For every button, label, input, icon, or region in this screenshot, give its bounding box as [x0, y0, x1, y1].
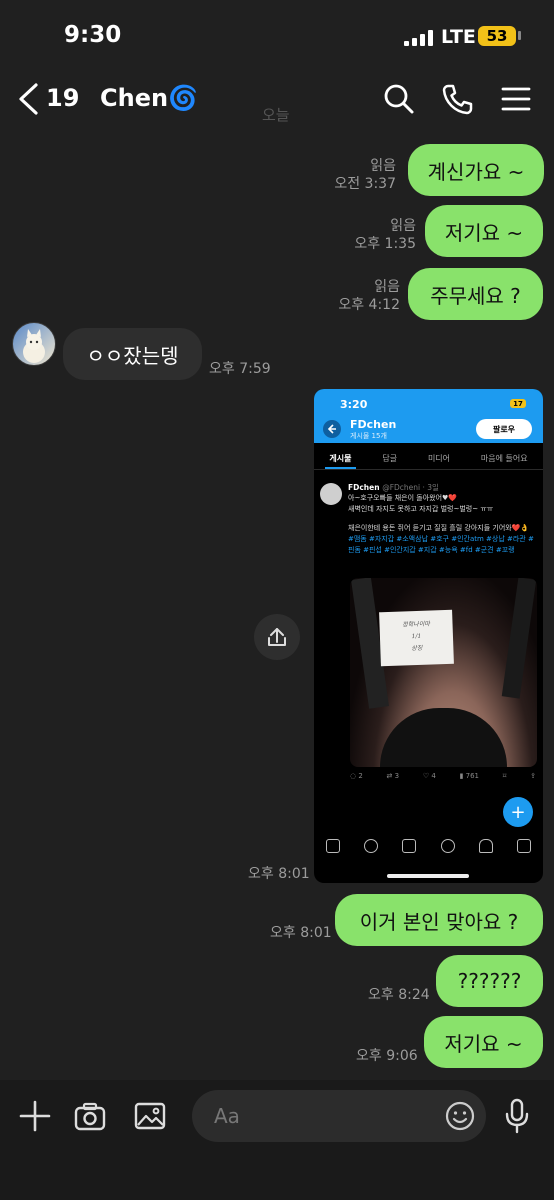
message-meta: 읽음 오후 4:12: [320, 278, 400, 314]
shot-profile-name: FDchen: [350, 418, 397, 431]
mail-icon: [516, 839, 531, 853]
camera-icon[interactable]: [73, 1099, 107, 1133]
search-icon[interactable]: [383, 82, 415, 116]
avatar[interactable]: [12, 322, 56, 366]
message-time: 오후 9:06: [356, 1048, 418, 1064]
message-time: 오후 7:59: [209, 361, 271, 377]
garment-shape: [380, 708, 507, 767]
shot-tabs: 게시물 답글 미디어 마음에 들어요: [314, 447, 543, 470]
message-bubble[interactable]: 주무세요 ?: [408, 268, 543, 320]
shot-post-text: 아~호구오빠들 채은이 돌아왔어♥❤️ 새벽인데 자지도 못하고 자지갑 벌렁~…: [348, 493, 534, 556]
search-small-icon: [364, 839, 379, 853]
read-receipt: 읽음: [370, 158, 396, 174]
share-small-icon: ⇪: [530, 772, 536, 780]
shot-like-count: ♡ 4: [422, 772, 436, 780]
image-icon[interactable]: [133, 1099, 167, 1133]
chat-title[interactable]: Chen🌀: [100, 84, 198, 112]
shot-follow-button: 팔로우: [476, 419, 532, 439]
strap-shape: [501, 578, 537, 699]
shot-post-image: [350, 578, 537, 767]
shot-view-count: ▮ 761: [459, 772, 480, 780]
battery-icon: 53: [478, 26, 516, 46]
message-time: 오후 4:12: [338, 297, 400, 313]
message-time: 오후 1:35: [354, 236, 416, 252]
unread-count[interactable]: 19: [46, 84, 79, 112]
note-line: 상징: [411, 644, 423, 653]
message-time: 오후 8:01: [270, 925, 332, 941]
shot-post-line: 채은이한테 용돈 쥐어 듣기고 질질 흘릴 강아지들 기어와❤️👌: [348, 524, 530, 532]
shot-tab: 답글: [382, 454, 398, 463]
home-icon: [326, 839, 341, 853]
shot-tab: 미디어: [427, 454, 451, 463]
share-button[interactable]: [254, 614, 300, 660]
shot-author-handle: @FDcheni · 3일: [382, 483, 439, 492]
signal-icon: [404, 30, 433, 46]
grok-icon: [402, 839, 417, 853]
shot-home-indicator: [387, 874, 469, 878]
bookmark-icon: ⌑: [502, 772, 507, 780]
phone-icon[interactable]: [441, 82, 473, 116]
network-label: LTE: [441, 26, 476, 48]
message-bubble[interactable]: 저기요 ~: [425, 205, 543, 257]
bell-icon: [478, 839, 493, 853]
shot-repost-count: ⇄ 3: [386, 772, 400, 780]
shot-status-time: 3:20: [340, 398, 368, 411]
message-meta: 읽음 오후 1:35: [340, 217, 416, 253]
shot-tab: 마음에 들어요: [480, 454, 528, 463]
shot-tab: 게시물: [325, 447, 356, 469]
message-bubble[interactable]: ??????: [436, 955, 543, 1007]
date-divider: 오늘: [262, 106, 290, 124]
microphone-icon[interactable]: [503, 1098, 531, 1134]
message-meta: 읽음 오전 3:37: [330, 157, 396, 193]
shot-author-name: FDchen: [348, 483, 380, 492]
shot-post-line: 아~호구오빠들 채은이 돌아왔어♥❤️: [348, 494, 458, 502]
shot-compose-fab: +: [503, 797, 533, 827]
shot-battery-icon: 17: [510, 399, 526, 408]
shot-paper-note: 정학나이마 1/1 상징: [379, 609, 454, 667]
message-bubble[interactable]: 저기요 ~: [424, 1016, 543, 1068]
shot-back-icon: [323, 420, 341, 438]
message-bubble[interactable]: ㅇㅇ잤는뎅: [63, 328, 202, 380]
menu-icon[interactable]: [500, 82, 532, 116]
message-time: 오후 8:01: [248, 866, 310, 882]
shot-post-line: 새벽인데 자지도 못하고 자지갑 벌렁~벌렁~ ㅠㅠ: [348, 505, 494, 513]
message-time: 오후 8:24: [368, 987, 430, 1003]
message-bubble[interactable]: 이거 본인 맞아요 ?: [335, 894, 543, 946]
shot-reply-count: ◌ 2: [350, 772, 363, 780]
cat-avatar-icon: [23, 329, 45, 363]
repost-icon: ⇄: [386, 772, 395, 780]
share-icon: [268, 628, 286, 646]
people-icon: [440, 839, 455, 853]
shot-bottom-nav: [314, 835, 543, 857]
message-time: 오전 3:37: [334, 176, 396, 192]
shared-screenshot[interactable]: 3:20 17 FDchen 게시물 15개 팔로우 게시물 답글 미디어 마음…: [314, 389, 543, 883]
status-time: 9:30: [64, 22, 122, 48]
read-receipt: 읽음: [390, 218, 416, 234]
plus-icon[interactable]: [18, 1099, 52, 1133]
shot-author-avatar: [320, 483, 342, 505]
back-arrow-icon[interactable]: [16, 82, 42, 116]
battery-nub: [518, 31, 521, 40]
message-input[interactable]: Aa: [192, 1090, 486, 1142]
read-receipt: 읽음: [374, 279, 400, 295]
shot-author: FDchen @FDcheni · 3일: [348, 482, 439, 493]
emoji-icon[interactable]: [444, 1100, 476, 1132]
shot-post-actions: ◌ 2 ⇄ 3 ♡ 4 ▮ 761 ⌑ ⇪: [350, 772, 536, 780]
shot-post-count: 게시물 15개: [350, 432, 387, 440]
message-bubble[interactable]: 계신가요 ~: [408, 144, 544, 196]
shot-hashtags: #맴돔 #자지갑 #소액삼납 #호구 #인간atm #상납 #라관 #핀돔 #핀…: [348, 535, 534, 554]
